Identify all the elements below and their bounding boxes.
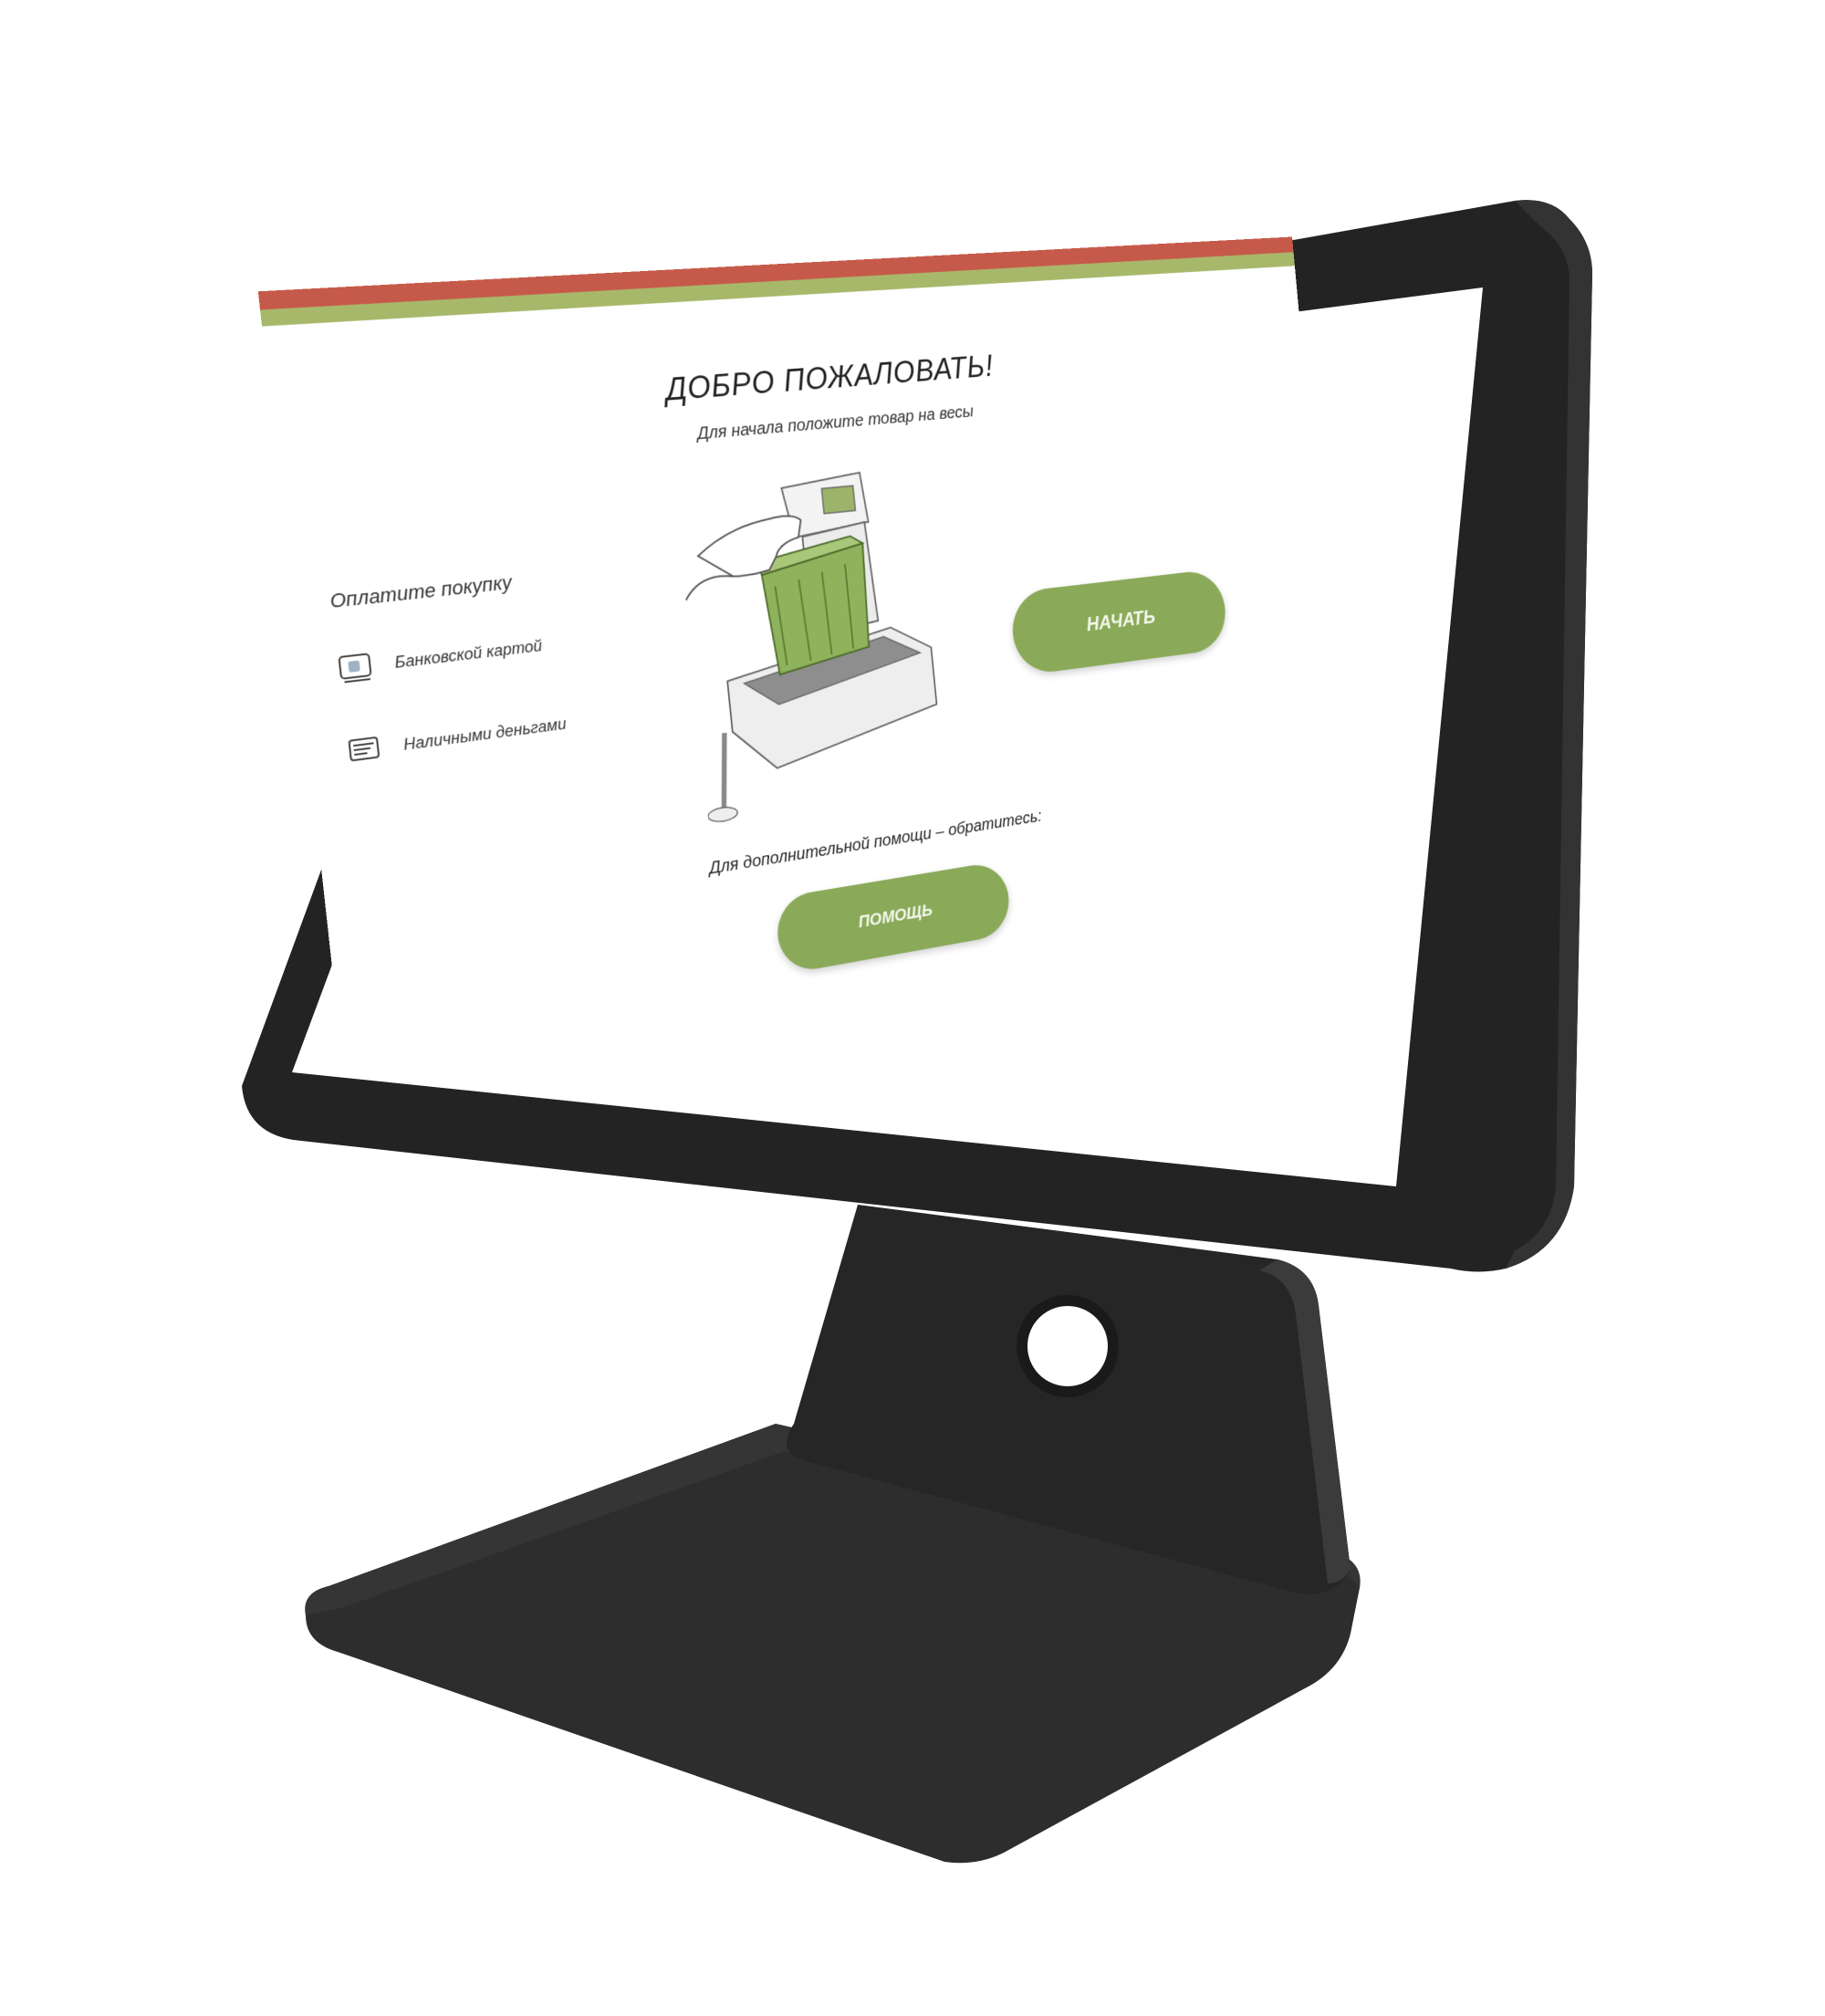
stand-hinge-hole (1017, 1295, 1119, 1397)
payment-option-cash-label: Наличными деньгами (402, 715, 568, 754)
device-scene: ДОБРО ПОЖАЛОВАТЬ! Для начала положите то… (0, 0, 1825, 2016)
scale-illustration (673, 457, 968, 830)
payment-options: Оплатите покупку Банковской картой Налич… (328, 562, 620, 819)
payment-option-cash: Наличными деньгами (345, 702, 615, 768)
card-icon (336, 649, 376, 685)
cash-icon (345, 731, 385, 768)
payment-option-card-label: Банковской картой (393, 636, 543, 672)
start-button[interactable]: НАЧАТЬ (1008, 568, 1229, 677)
payment-option-card: Банковской картой (336, 622, 607, 685)
payment-heading: Оплатите покупку (328, 570, 514, 612)
